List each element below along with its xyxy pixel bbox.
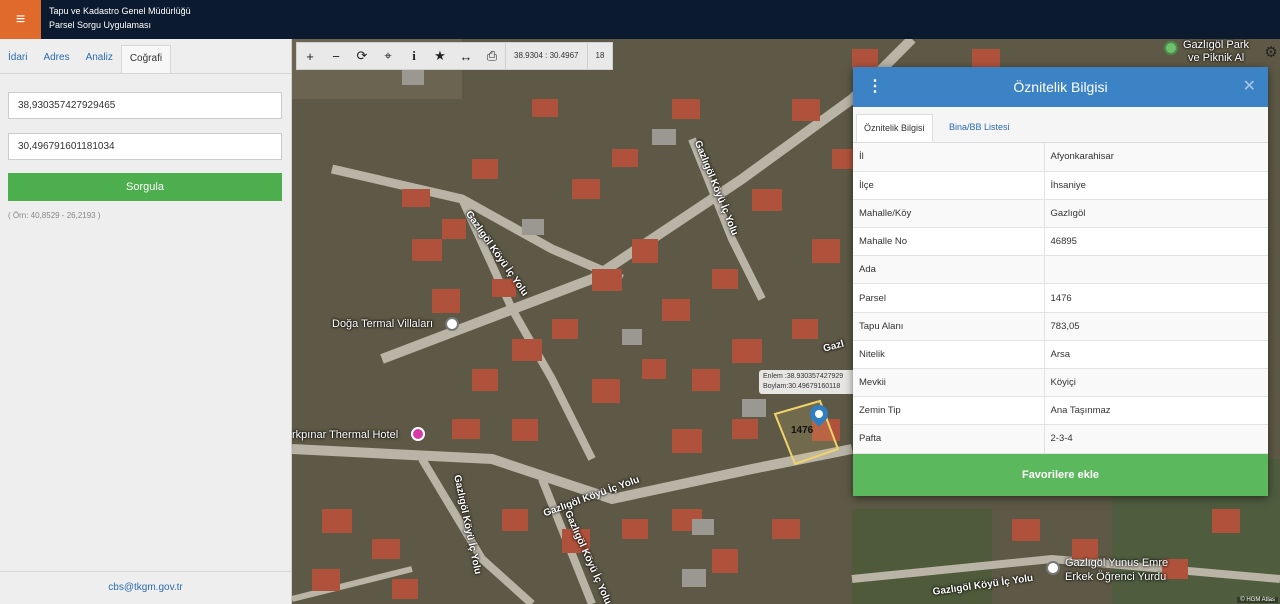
app-title: Tapu ve Kadastro Genel Müdürlüğü Parsel … <box>49 4 191 32</box>
attr-value <box>1044 255 1268 285</box>
dialog-tabs: Öznitelik Bilgisi Bina/BB Listesi <box>853 107 1268 143</box>
tab-attribute-info[interactable]: Öznitelik Bilgisi <box>856 114 933 142</box>
table-row: Ada <box>853 255 1268 285</box>
attr-key: Parsel <box>853 283 1045 313</box>
vertical-dots-menu-icon[interactable]: ⋮ <box>867 67 883 107</box>
dormitory-poi-icon[interactable] <box>1046 561 1060 575</box>
attr-key: Pafta <box>853 424 1045 454</box>
attr-key: Mahalle/Köy <box>853 199 1045 229</box>
zoom-in-icon[interactable]: + <box>297 43 323 69</box>
coordinate-readout: 38.9304 : 30.4967 <box>505 43 587 69</box>
longitude-input[interactable]: 30,496791601181034 <box>8 133 282 160</box>
table-row: Mevkii Köyiçi <box>853 368 1268 398</box>
attr-key: İlçe <box>853 171 1045 200</box>
tabs-divider <box>0 73 291 74</box>
attr-key: Zemin Tip <box>853 396 1045 426</box>
hotel-poi-icon[interactable] <box>445 317 459 331</box>
attr-value: 2-3-4 <box>1044 424 1268 454</box>
table-row: Tapu Alanı 783,05 <box>853 312 1268 341</box>
park-poi-icon[interactable] <box>1164 41 1178 55</box>
latitude-input[interactable]: 38,930357427929465 <box>8 92 282 119</box>
coordinate-tooltip: Enlem :38.930357427929 Boylam:30.4967916… <box>759 370 859 394</box>
tab-building-list[interactable]: Bina/BB Listesi <box>942 114 1017 142</box>
attr-key: Mevkii <box>853 368 1045 398</box>
table-row: Mahalle/Köy Gazlıgöl <box>853 199 1268 229</box>
poi-label-yurdu2: Erkek Öğrenci Yurdu <box>1065 571 1167 583</box>
attr-key: İl <box>853 143 1045 172</box>
dialog-title: Öznitelik Bilgisi <box>1013 79 1108 95</box>
table-row: İlçe İhsaniye <box>853 171 1268 200</box>
favorite-icon[interactable]: ★ <box>427 43 453 69</box>
poi-label-thermal: rkpınar Thermal Hotel <box>292 429 399 441</box>
zoom-out-icon[interactable]: − <box>323 43 349 69</box>
attr-value: Ana Taşınmaz <box>1044 396 1268 426</box>
zoom-level-readout: 18 <box>586 43 613 69</box>
poi-label-yurdu1: Gazlıgöl Yunus Emre <box>1065 557 1169 569</box>
sidebar: İdari Adres Analiz Coğrafi 38,9303574279… <box>0 39 292 604</box>
attr-value: Arsa <box>1044 340 1268 370</box>
add-to-favorites-button[interactable]: Favorilere ekle <box>853 454 1268 496</box>
hamburger-icon[interactable]: ≡ <box>0 0 41 39</box>
sidebar-tabs: İdari Adres Analiz Coğrafi <box>0 45 172 73</box>
app-title-line2: Parsel Sorgu Uygulaması <box>49 20 152 30</box>
table-row: Nitelik Arsa <box>853 340 1268 370</box>
print-icon[interactable]: ⎙ <box>479 43 505 69</box>
attr-key: Nitelik <box>853 340 1045 370</box>
table-row: Parsel 1476 <box>853 283 1268 313</box>
gear-icon[interactable]: ⚙ <box>1262 43 1280 65</box>
tab-cografi[interactable]: Coğrafi <box>120 45 172 73</box>
tooltip-lat: Enlem :38.930357427929 <box>763 373 844 380</box>
dialog-header: Öznitelik Bilgisi ⋮ ✕ <box>853 67 1268 107</box>
hotel-pink-poi-icon[interactable] <box>411 427 425 441</box>
location-pin-dot <box>815 410 823 418</box>
attribute-dialog: Öznitelik Bilgisi ⋮ ✕ Öznitelik Bilgisi … <box>853 67 1268 496</box>
table-row: Pafta 2-3-4 <box>853 424 1268 454</box>
contact-email-link[interactable]: cbs@tkgm.gov.tr <box>0 571 291 604</box>
app-title-line1: Tapu ve Kadastro Genel Müdürlüğü <box>49 6 191 16</box>
poi-label-park2: ve Piknik Al <box>1188 52 1245 64</box>
attr-value: 46895 <box>1044 227 1268 257</box>
poi-label-park: Gazlıgöl Park <box>1183 39 1250 51</box>
query-button[interactable]: Sorgula <box>8 173 282 201</box>
attr-value: İhsaniye <box>1044 171 1268 200</box>
attr-value: Afyonkarahisar <box>1044 143 1268 172</box>
refresh-icon[interactable]: ⟳ <box>349 43 375 69</box>
attr-key: Mahalle No <box>853 227 1045 257</box>
map-attribution: © HGM Atlas <box>1237 597 1278 603</box>
map-toolbar: + − ⟳ ⌖ i ★ ↔ ⎙ 38.9304 : 30.4967 18 <box>296 42 614 70</box>
parcel-number-label: 1476 <box>791 425 814 436</box>
coord-example-note: ( Örn: 40,8529 - 26,2193 ) <box>8 211 101 220</box>
tooltip-lon: Boylam:30.49679160118 <box>763 383 841 390</box>
measure-icon[interactable]: ↔ <box>453 43 479 69</box>
attr-value: Köyiçi <box>1044 368 1268 398</box>
table-row: İl Afyonkarahisar <box>853 143 1268 172</box>
tab-idari[interactable]: İdari <box>0 45 35 73</box>
table-row: Zemin Tip Ana Taşınmaz <box>853 396 1268 426</box>
app-header: ≡ Tapu ve Kadastro Genel Müdürlüğü Parse… <box>0 0 1280 39</box>
table-row: Mahalle No 46895 <box>853 227 1268 257</box>
tab-adres[interactable]: Adres <box>35 45 77 73</box>
locate-icon[interactable]: ⌖ <box>375 43 401 69</box>
attr-value: 783,05 <box>1044 312 1268 341</box>
attr-key: Ada <box>853 255 1045 285</box>
attribute-table: İl Afyonkarahisar İlçe İhsaniye Mahalle/Kö… <box>853 143 1268 454</box>
info-icon[interactable]: i <box>401 43 427 69</box>
poi-label-doga: Doğa Termal Villaları <box>332 318 434 330</box>
attr-key: Tapu Alanı <box>853 312 1045 341</box>
attr-value: Gazlıgöl <box>1044 199 1268 229</box>
close-icon[interactable]: ✕ <box>1243 67 1256 107</box>
attr-value: 1476 <box>1044 283 1268 313</box>
tab-analiz[interactable]: Analiz <box>78 45 121 73</box>
